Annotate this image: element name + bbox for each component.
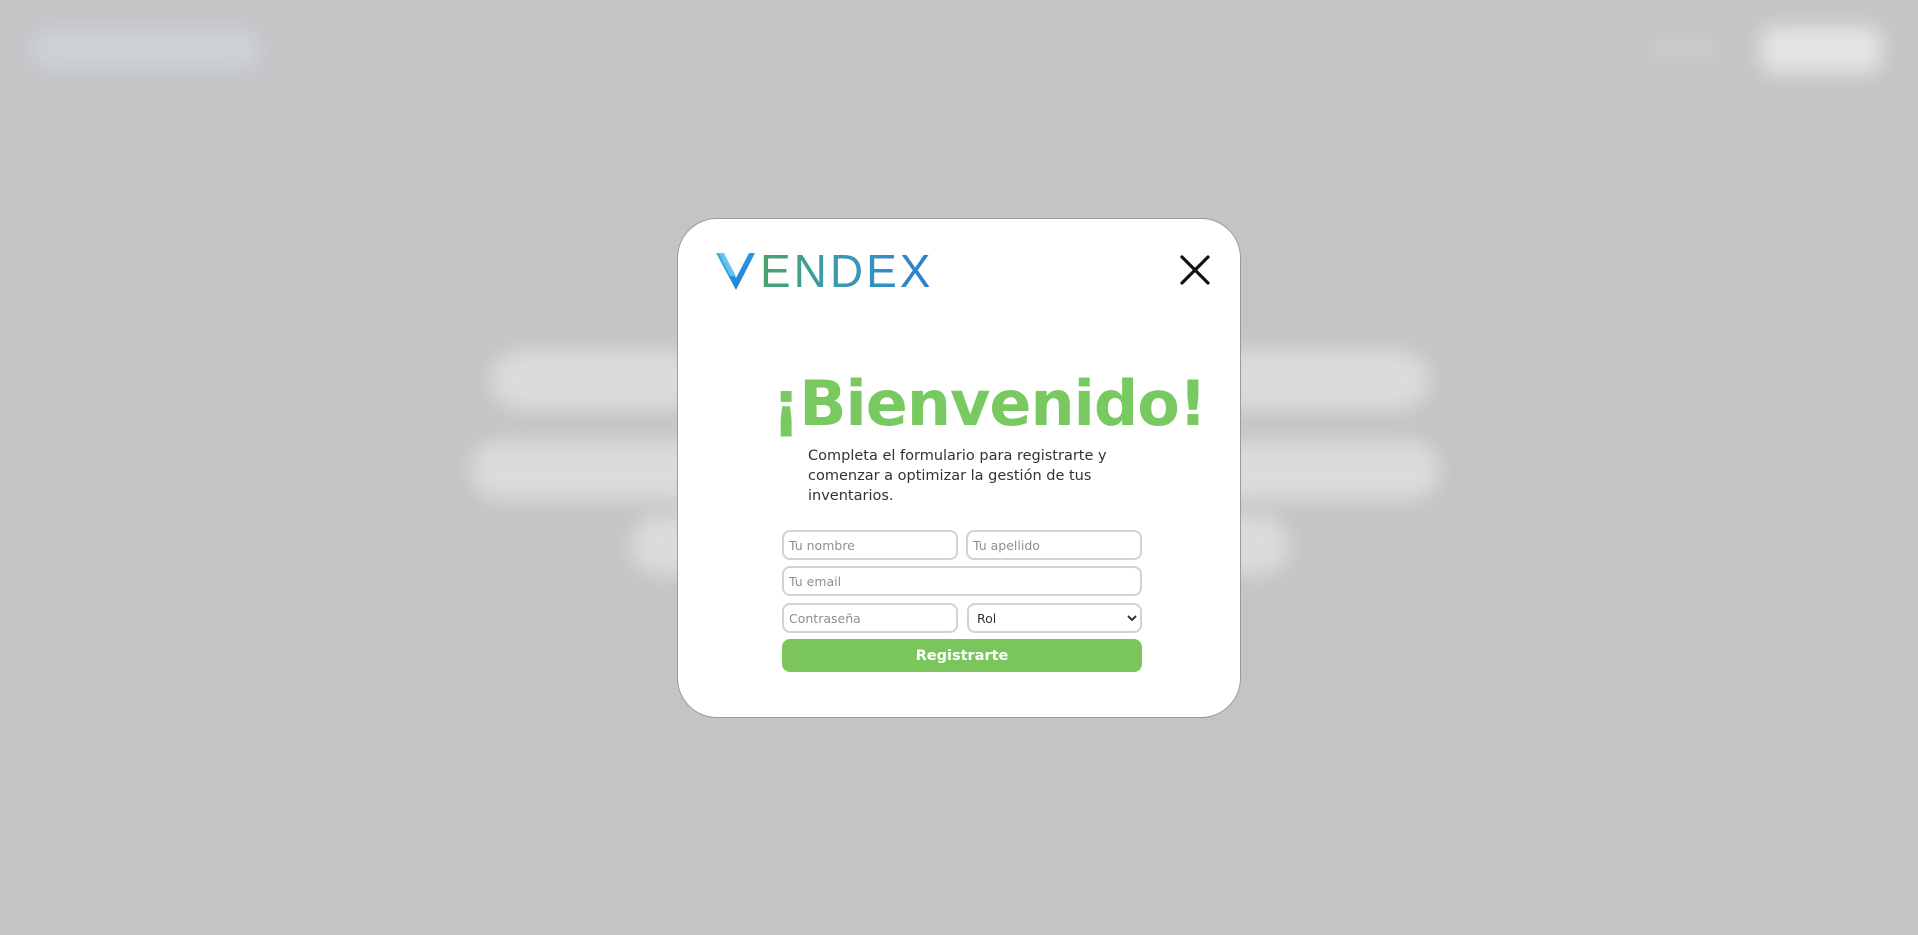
background-logo bbox=[30, 28, 260, 70]
first-name-input[interactable] bbox=[782, 530, 958, 560]
email-input[interactable] bbox=[782, 566, 1142, 596]
vendex-logo: ENDEX bbox=[714, 245, 934, 297]
close-icon bbox=[1180, 255, 1210, 285]
background-nav-link bbox=[1650, 40, 1720, 58]
register-button[interactable]: Registrarte bbox=[782, 639, 1142, 672]
brand-name: ENDEX bbox=[760, 245, 934, 297]
modal-title: ¡Bienvenido! bbox=[772, 367, 1207, 440]
close-button[interactable] bbox=[1178, 253, 1212, 287]
register-modal: ENDEX ¡Bienvenido! Completa el formulari… bbox=[677, 218, 1241, 718]
v-logo-icon bbox=[714, 250, 758, 292]
last-name-input[interactable] bbox=[966, 530, 1142, 560]
role-select[interactable]: Rol bbox=[967, 603, 1142, 633]
modal-subtitle: Completa el formulario para registrarte … bbox=[808, 448, 1107, 504]
background-header-button bbox=[1760, 26, 1882, 74]
password-input[interactable] bbox=[782, 603, 958, 633]
